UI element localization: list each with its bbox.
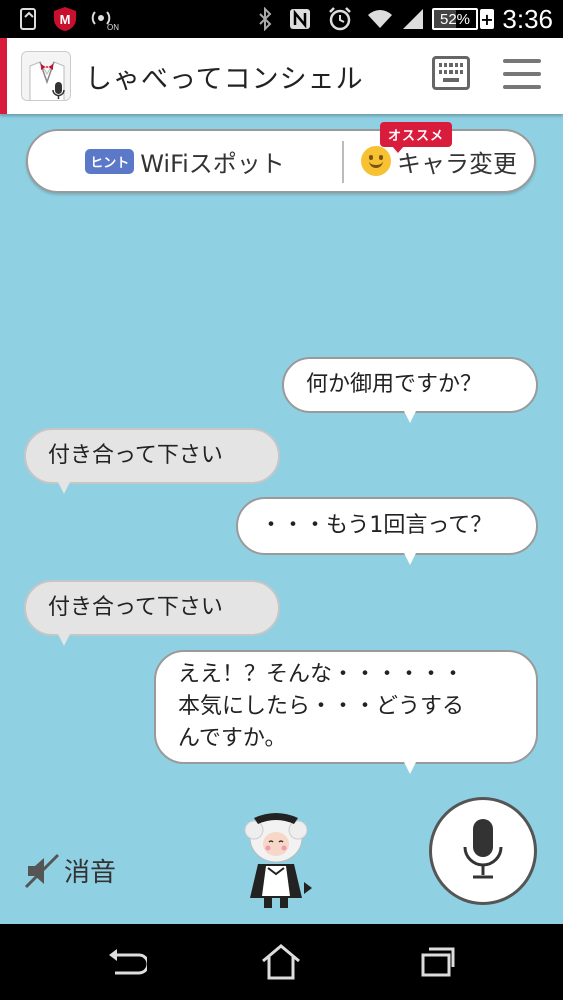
wifi-icon [366, 6, 394, 32]
chat-bubble-user: 付き合って下さい [24, 580, 280, 646]
recommend-badge: オススメ [380, 122, 453, 153]
mute-label: 消音 [64, 858, 117, 888]
chat-bubble-bot: ・・・もう1回言って？ [236, 497, 538, 565]
message-text: 付き合って下さい [48, 595, 223, 621]
cell-signal-icon [400, 6, 426, 32]
svg-text:ON: ON [107, 23, 119, 32]
clock: 3:36 [502, 4, 553, 34]
mascot-character[interactable] [238, 808, 314, 912]
chat-bubble-user: 付き合って下さい [24, 428, 280, 494]
battery-label: 52% [439, 10, 471, 28]
nfc-signal-icon: ON [90, 6, 120, 32]
bluetooth-icon [254, 6, 276, 32]
wifi-spot-button[interactable]: ヒント WiFiスポット [28, 131, 342, 191]
microphone-button[interactable] [429, 797, 537, 905]
message-text: ええ！？そんな・・・・・・ 本気にしたら・・・どうする んですか。 [178, 662, 465, 751]
mute-icon [24, 853, 60, 889]
recent-apps-icon[interactable] [416, 940, 460, 984]
app-bar: しゃべってコンシェル [0, 38, 563, 114]
mcafee-icon: M [50, 6, 80, 32]
app-title: しゃべってコンシェル [85, 64, 364, 95]
hint-badge: ヒント [85, 148, 135, 174]
mcafee-letter: M [60, 12, 71, 27]
home-icon[interactable] [259, 940, 303, 984]
status-bar: M ON 52% + 3:36 [0, 0, 563, 38]
message-text: 付き合って下さい [48, 443, 223, 469]
message-text: ・・・もう1回言って？ [260, 513, 493, 539]
message-text: 何か御用ですか？ [306, 372, 483, 398]
navigation-bar [0, 924, 563, 1000]
app-icon [21, 51, 71, 101]
chat-bubble-bot: ええ！？そんな・・・・・・ 本気にしたら・・・どうする んですか。 [154, 650, 538, 774]
menu-icon[interactable] [503, 59, 541, 89]
mute-button[interactable]: 消音 [24, 852, 116, 889]
smile-icon [361, 146, 391, 176]
screenshot-icon [16, 6, 42, 32]
nfc-icon [286, 6, 314, 32]
keyboard-icon[interactable] [432, 56, 470, 90]
battery-icon: 52% [432, 8, 478, 30]
microphone-icon [461, 817, 505, 885]
top-action-bar: ヒント WiFiスポット キャラ変更 [26, 129, 536, 193]
back-icon[interactable] [104, 940, 148, 984]
chat-bubble-bot: 何か御用ですか？ [282, 357, 538, 423]
wifi-spot-label: WiFiスポット [140, 149, 285, 178]
charging-indicator: + [480, 9, 494, 29]
change-character-label: キャラ変更 [397, 149, 517, 178]
alarm-icon [326, 6, 354, 32]
